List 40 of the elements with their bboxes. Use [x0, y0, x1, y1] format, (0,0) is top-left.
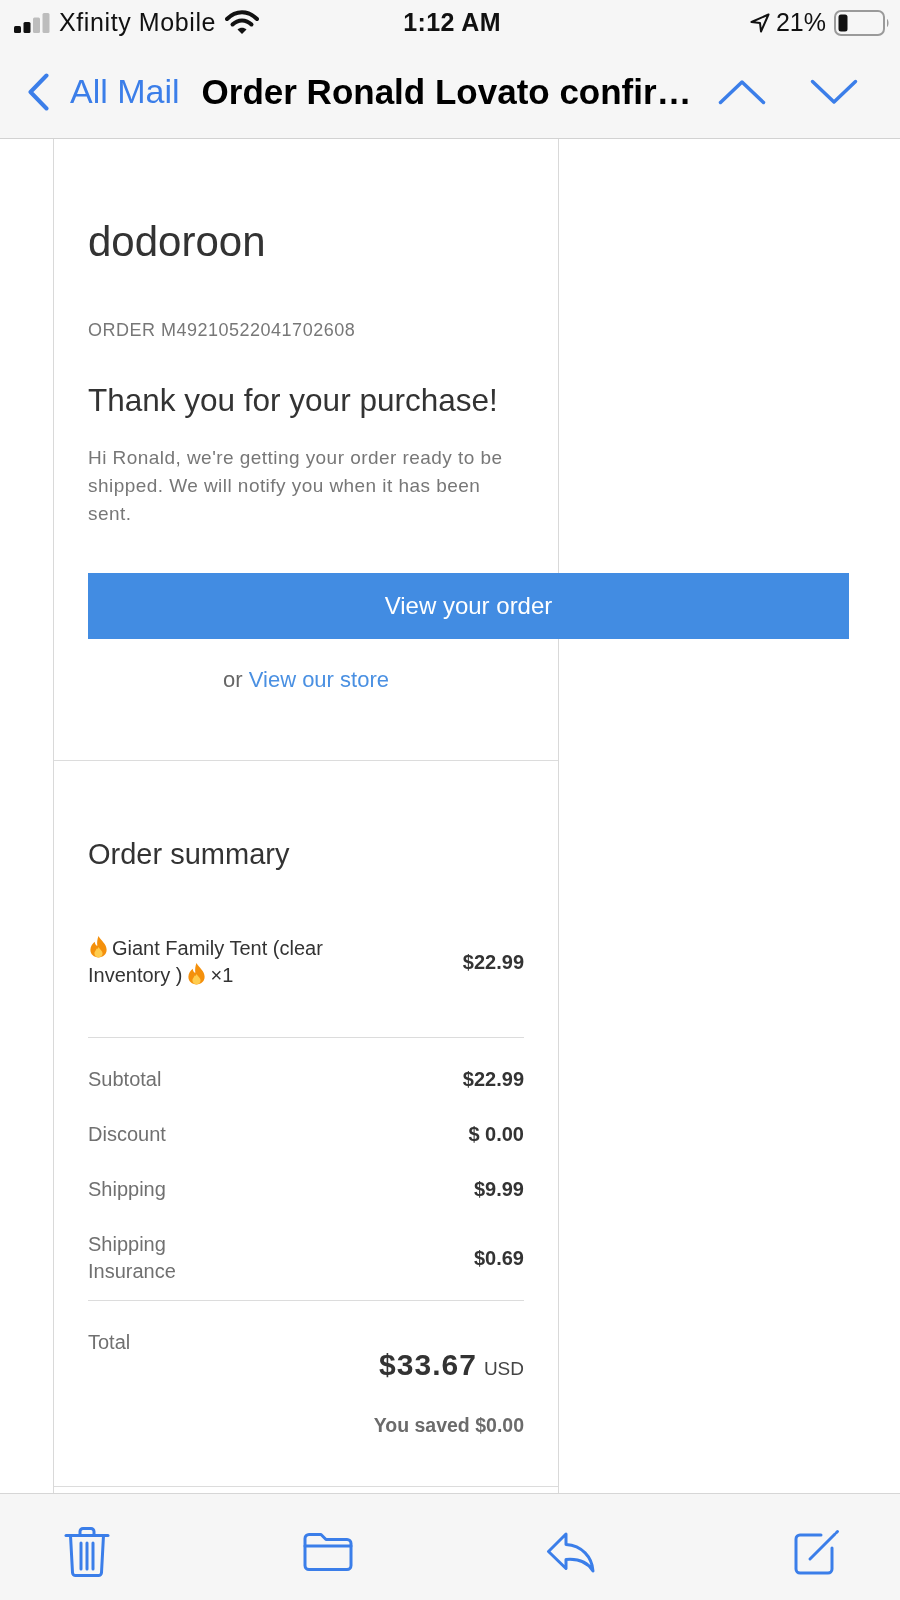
clock-time: 1:12 AM [403, 8, 501, 37]
summary-label: Shipping Insurance [88, 1232, 177, 1284]
item-price: $22.99 [462, 950, 524, 974]
signal-icon [14, 12, 50, 33]
store-name: dodoroon [88, 218, 267, 266]
view-store-link[interactable]: View our store [248, 667, 389, 692]
chevron-left-icon [27, 72, 49, 111]
compose-icon[interactable] [792, 1528, 840, 1575]
summary-label: Shipping [88, 1177, 166, 1202]
location-arrow-icon [749, 12, 770, 33]
battery-percentage: 21% [775, 8, 826, 37]
summary-value: $ 0.00 [468, 1123, 524, 1146]
currency-label: USD [483, 1358, 524, 1380]
chevron-down-icon[interactable] [809, 78, 858, 105]
battery-icon [834, 9, 890, 36]
total-label: Total [88, 1330, 131, 1354]
order-summary-heading: Order summary [88, 837, 291, 871]
total-amount: $33.67 [379, 1348, 477, 1382]
reply-icon[interactable] [546, 1530, 596, 1573]
summary-label: Discount [88, 1122, 166, 1147]
message-text: Hi Ronald, we're getting your order ready to be shipped. We will notify you when it has been sent. [88, 446, 504, 526]
wifi-icon [225, 10, 260, 35]
order-number: ORDER M49210522041702608 [88, 319, 357, 341]
summary-value: $22.99 [462, 1068, 524, 1091]
folder-icon[interactable] [302, 1530, 354, 1573]
fire-icon [186, 962, 208, 985]
fire-icon [88, 935, 109, 958]
carrier-name: Xfinity Mobile [59, 8, 217, 37]
summary-label: Subtotal [88, 1067, 162, 1092]
chevron-up-icon[interactable] [717, 78, 766, 105]
email-subject: Order Ronald Lovato confir… [201, 71, 692, 112]
view-order-button[interactable]: View your order [88, 573, 849, 639]
thank-you-heading: Thank you for your purchase! [88, 381, 499, 419]
summary-value: $0.69 [473, 1246, 524, 1270]
item-description: Giant Family Tent (clear Inventory ) ×1 [88, 935, 324, 988]
trash-icon[interactable] [64, 1525, 110, 1578]
savings-text: You saved $0.00 [373, 1413, 524, 1437]
back-button[interactable]: All Mail [27, 72, 180, 111]
summary-value: $9.99 [473, 1178, 524, 1201]
store-link-sentence: or View our store [222, 667, 390, 693]
